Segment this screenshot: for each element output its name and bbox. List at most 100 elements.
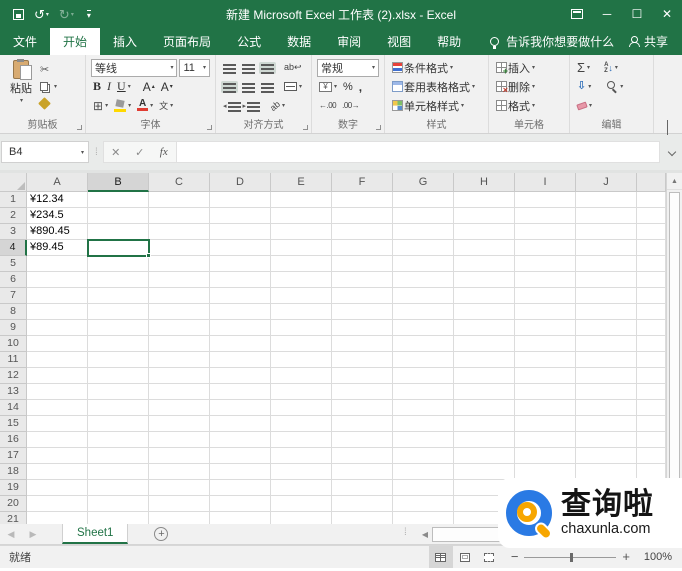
increase-decimal-button[interactable]: ←.00 [317, 100, 338, 111]
cell-F16[interactable] [332, 432, 393, 448]
cell-I8[interactable] [515, 304, 576, 320]
cell-F13[interactable] [332, 384, 393, 400]
cell-I6[interactable] [515, 272, 576, 288]
cell-J13[interactable] [576, 384, 637, 400]
cell-A15[interactable] [27, 416, 88, 432]
cell-C20[interactable] [149, 496, 210, 512]
cell-I2[interactable] [515, 208, 576, 224]
font-dialog-launcher-icon[interactable] [207, 125, 212, 130]
cell-J15[interactable] [576, 416, 637, 432]
cell-A19[interactable] [27, 480, 88, 496]
cell-E19[interactable] [271, 480, 332, 496]
cell-F2[interactable] [332, 208, 393, 224]
cell-C12[interactable] [149, 368, 210, 384]
zoom-slider-thumb[interactable] [570, 552, 574, 562]
cell-B19[interactable] [88, 480, 149, 496]
row-header-8[interactable]: 8 [0, 304, 27, 320]
cell-G8[interactable] [393, 304, 454, 320]
row-header-4[interactable]: 4 [0, 240, 27, 256]
cell-I14[interactable] [515, 400, 576, 416]
clear-button[interactable]: ▾ [575, 100, 594, 111]
cell-A3[interactable]: ¥890.45 [27, 224, 88, 240]
cell-D3[interactable] [210, 224, 271, 240]
cell-F3[interactable] [332, 224, 393, 240]
increase-font-size-button[interactable]: A ▴ [141, 79, 157, 95]
cell-J8[interactable] [576, 304, 637, 320]
cell-D6[interactable] [210, 272, 271, 288]
column-header-A[interactable]: A [27, 173, 88, 192]
cell-F5[interactable] [332, 256, 393, 272]
close-button[interactable]: ✕ [652, 0, 682, 28]
cell-E11[interactable] [271, 352, 332, 368]
row-header-2[interactable]: 2 [0, 208, 27, 224]
cell-F11[interactable] [332, 352, 393, 368]
decrease-decimal-button[interactable]: .00→ [340, 100, 361, 111]
increase-indent-button[interactable]: ▸ [241, 100, 261, 112]
cell-E9[interactable] [271, 320, 332, 336]
cell-D19[interactable] [210, 480, 271, 496]
delete-cells-button[interactable]: 删除▾ [494, 78, 537, 96]
zoom-slider[interactable] [524, 552, 617, 562]
cell-partial-16[interactable] [637, 432, 666, 448]
cell-I9[interactable] [515, 320, 576, 336]
cell-partial-9[interactable] [637, 320, 666, 336]
align-bottom-button[interactable] [259, 61, 276, 74]
redo-button[interactable]: ↻ ▾ [56, 7, 77, 22]
cell-D20[interactable] [210, 496, 271, 512]
accounting-format-button[interactable]: ¥ ▾ [317, 81, 339, 93]
formula-bar-splitter[interactable]: ⁞ [95, 147, 98, 158]
fill-color-button[interactable]: ▾ [112, 99, 133, 113]
cell-partial-11[interactable] [637, 352, 666, 368]
cell-H9[interactable] [454, 320, 515, 336]
cell-D12[interactable] [210, 368, 271, 384]
cell-A5[interactable] [27, 256, 88, 272]
cell-F7[interactable] [332, 288, 393, 304]
cell-H6[interactable] [454, 272, 515, 288]
cell-A13[interactable] [27, 384, 88, 400]
zoom-level[interactable]: 100% [638, 551, 672, 563]
cell-J11[interactable] [576, 352, 637, 368]
cell-E13[interactable] [271, 384, 332, 400]
fill-handle[interactable] [146, 253, 151, 258]
row-header-7[interactable]: 7 [0, 288, 27, 304]
vertical-scroll-thumb[interactable] [669, 192, 680, 482]
cell-E18[interactable] [271, 464, 332, 480]
cell-B1[interactable] [88, 192, 149, 208]
cell-G2[interactable] [393, 208, 454, 224]
cell-C5[interactable] [149, 256, 210, 272]
cell-C17[interactable] [149, 448, 210, 464]
cell-partial-2[interactable] [637, 208, 666, 224]
page-layout-view-button[interactable] [453, 546, 477, 568]
cell-I1[interactable] [515, 192, 576, 208]
cell-D21[interactable] [210, 512, 271, 524]
cell-H10[interactable] [454, 336, 515, 352]
cell-A7[interactable] [27, 288, 88, 304]
cell-I15[interactable] [515, 416, 576, 432]
cell-D1[interactable] [210, 192, 271, 208]
format-cells-button[interactable]: 格式 ▾ [494, 97, 537, 115]
row-header-3[interactable]: 3 [0, 224, 27, 240]
clipboard-dialog-launcher-icon[interactable] [77, 125, 82, 130]
cell-I16[interactable] [515, 432, 576, 448]
cell-B13[interactable] [88, 384, 149, 400]
comma-style-button[interactable]: , [357, 79, 364, 95]
cell-C16[interactable] [149, 432, 210, 448]
cell-F1[interactable] [332, 192, 393, 208]
cell-G19[interactable] [393, 480, 454, 496]
decrease-indent-button[interactable]: ◂ [221, 100, 241, 112]
cell-H8[interactable] [454, 304, 515, 320]
cell-E1[interactable] [271, 192, 332, 208]
cell-partial-14[interactable] [637, 400, 666, 416]
cell-H4[interactable] [454, 240, 515, 256]
cell-D8[interactable] [210, 304, 271, 320]
cell-D10[interactable] [210, 336, 271, 352]
row-header-16[interactable]: 16 [0, 432, 27, 448]
align-left-button[interactable] [221, 80, 238, 93]
cell-B14[interactable] [88, 400, 149, 416]
vertical-scrollbar[interactable]: ▲ ▼ [666, 173, 682, 524]
cell-C11[interactable] [149, 352, 210, 368]
tab-file[interactable]: 文件 [0, 28, 50, 55]
cell-G17[interactable] [393, 448, 454, 464]
cell-G9[interactable] [393, 320, 454, 336]
undo-button[interactable]: ↺ ▾ [31, 7, 52, 22]
